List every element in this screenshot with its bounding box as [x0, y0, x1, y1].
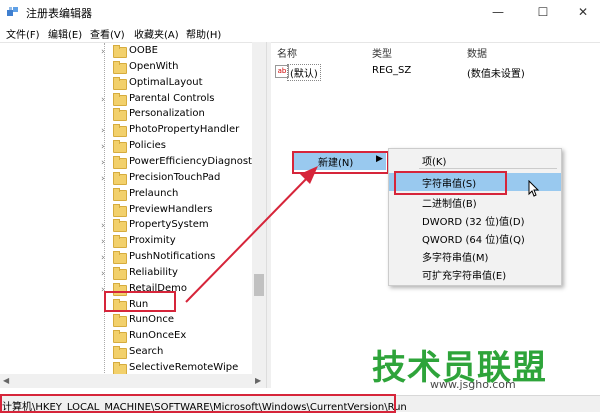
status-bar: 计算机\HKEY_LOCAL_MACHINE\SOFTWARE\Microsof…	[0, 395, 600, 413]
watermark-logo: 技术员联盟 www.jsgho.com	[368, 340, 600, 395]
watermark-url: www.jsgho.com	[430, 378, 516, 391]
